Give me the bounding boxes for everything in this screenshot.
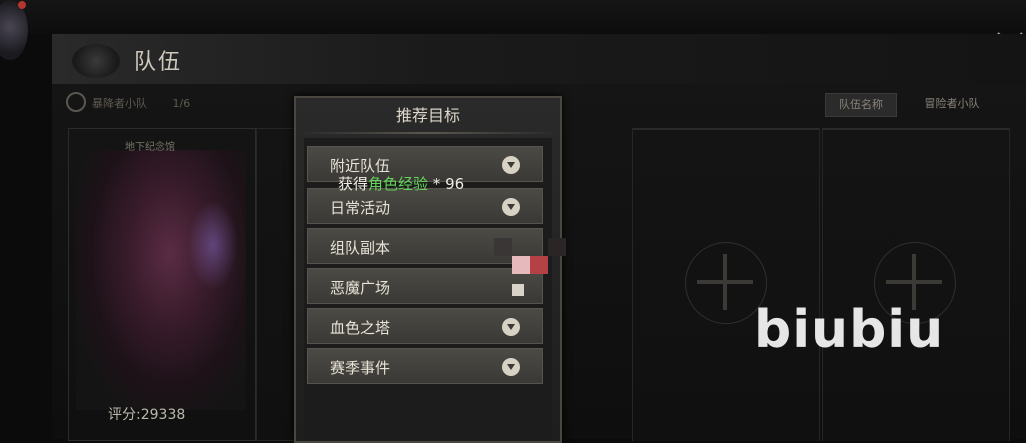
- team-info: 暴降者小队 1/6: [92, 95, 190, 111]
- option-label: 赛季事件: [330, 359, 391, 377]
- option-label: 恶魔广场: [330, 279, 391, 297]
- option-label: 日常活动: [330, 199, 391, 217]
- divider: [300, 132, 556, 134]
- top-bar: [0, 0, 1026, 34]
- team-emblem-icon: [72, 44, 120, 78]
- page-title: 队伍: [134, 50, 183, 75]
- tooltip-suffix: * 96: [428, 175, 465, 193]
- panel-header: [52, 34, 1026, 84]
- watermark: biubiu: [754, 300, 945, 360]
- mosaic-block: [530, 256, 548, 274]
- dropdown-title: 推荐目标: [395, 106, 460, 125]
- option-season-event[interactable]: 赛季事件: [307, 348, 543, 384]
- mosaic-block: [494, 238, 512, 256]
- option-label: 血色之塔: [330, 319, 391, 337]
- mosaic-block: [512, 256, 530, 274]
- chevron-down-icon[interactable]: [502, 358, 520, 376]
- reward-tooltip: 获得角色经验 * 96: [338, 173, 464, 194]
- plus-icon: [886, 280, 942, 284]
- team-label: 暴降者小队: [92, 97, 147, 110]
- option-label: 组队副本: [330, 239, 391, 257]
- tooltip-prefix: 获得: [338, 175, 369, 193]
- tab-adventurer-squad[interactable]: 冒险者小队: [912, 93, 992, 115]
- plus-icon: [697, 280, 753, 284]
- tab-team-name[interactable]: 队伍名称: [825, 93, 897, 117]
- character-aura: [188, 200, 238, 290]
- member-power: 评分:29338: [108, 407, 186, 423]
- chevron-down-icon[interactable]: [502, 198, 520, 216]
- mosaic-block: [548, 238, 566, 256]
- notification-dot: [18, 1, 26, 9]
- member-name: 地下纪念馆: [125, 142, 175, 153]
- tooltip-highlight: 角色经验: [368, 175, 429, 193]
- member-slot-empty[interactable]: [256, 128, 296, 441]
- eye-icon[interactable]: [66, 92, 86, 112]
- chevron-down-icon[interactable]: [502, 318, 520, 336]
- chevron-down-icon[interactable]: [502, 156, 520, 174]
- option-devil-square[interactable]: 恶魔广场: [307, 268, 543, 304]
- option-blood-castle[interactable]: 血色之塔: [307, 308, 543, 344]
- team-count: 1/6: [172, 97, 191, 110]
- mosaic-block: [512, 284, 524, 296]
